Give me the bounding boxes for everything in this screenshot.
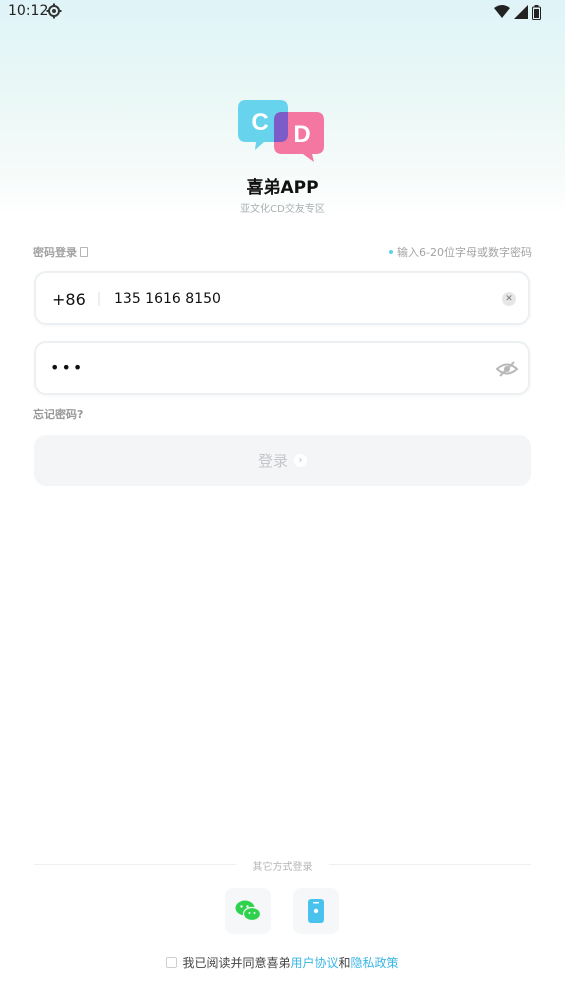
phone-field[interactable]: +86 135 1616 8150 ✕ <box>34 271 530 325</box>
password-input[interactable]: ••• <box>50 358 84 377</box>
phone-login-button[interactable] <box>293 888 339 934</box>
password-hint-text: 输入6-20位字母或数字密码 <box>397 246 532 259</box>
login-button-label: 登录 <box>257 452 288 470</box>
eye-hidden-icon[interactable] <box>496 359 518 379</box>
app-title: 喜弟APP <box>246 178 319 198</box>
agreement-checkbox[interactable] <box>166 957 178 968</box>
app-subtitle: 亚文化CD交友专区 <box>240 204 325 215</box>
hint-dot-icon <box>389 250 394 254</box>
field-divider <box>98 292 100 306</box>
password-field[interactable]: ••• <box>34 341 530 395</box>
status-icons <box>494 4 541 20</box>
login-button[interactable]: 登录 › <box>34 435 531 486</box>
agreement-prefix: 我已阅读并同意喜弟 <box>182 956 291 970</box>
clear-icon[interactable]: ✕ <box>502 292 516 306</box>
wechat-login-button[interactable] <box>225 888 271 934</box>
svg-text:D: D <box>293 121 310 148</box>
country-code-selector[interactable]: +86 <box>52 290 86 309</box>
login-mode-label: 密码登录 <box>33 246 77 259</box>
chevron-right-icon: › <box>294 454 307 467</box>
agreement-row: 我已阅读并同意喜弟用户协议和隐私政策 <box>0 954 565 971</box>
svg-text:C: C <box>251 109 268 136</box>
other-login-label: 其它方式登录 <box>252 862 313 873</box>
status-time: 10:12 <box>8 3 49 19</box>
settings-gear-icon <box>46 3 62 19</box>
wifi-icon <box>494 5 510 18</box>
login-mode-switch[interactable]: 密码登录 <box>33 244 88 260</box>
user-agreement-link[interactable]: 用户协议 <box>290 956 338 970</box>
privacy-policy-link[interactable]: 隐私政策 <box>351 956 399 970</box>
wechat-icon <box>235 900 261 922</box>
status-bar: 10:12 <box>0 0 565 24</box>
forgot-password-link[interactable]: 忘记密码? <box>33 406 83 422</box>
switch-mode-icon <box>80 247 88 257</box>
battery-icon <box>532 4 541 20</box>
app-logo: C D <box>238 100 324 162</box>
signal-icon <box>514 5 528 19</box>
agreement-connector: 和 <box>338 956 351 970</box>
mobile-phone-icon <box>308 899 324 923</box>
phone-input[interactable]: 135 1616 8150 <box>114 291 221 307</box>
password-hint: 输入6-20位字母或数字密码 <box>389 244 532 260</box>
